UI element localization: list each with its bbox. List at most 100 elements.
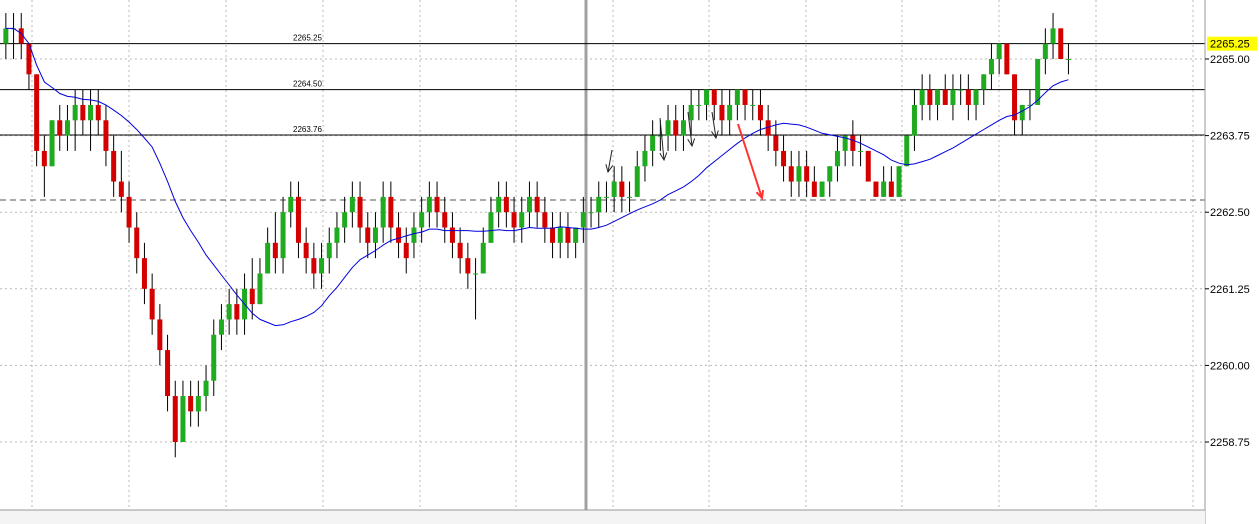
candle-body-down bbox=[272, 242, 278, 259]
candle-body-up bbox=[265, 242, 271, 274]
candle-body-down bbox=[357, 196, 363, 228]
candle-body-up bbox=[257, 273, 263, 305]
candle-body-down bbox=[788, 166, 794, 182]
y-tick-label: 2260.00 bbox=[1210, 360, 1250, 372]
candle-body-up bbox=[734, 89, 740, 105]
candle-body-up bbox=[342, 212, 348, 228]
candle-body-down bbox=[1058, 28, 1064, 59]
candle-body-up bbox=[72, 104, 78, 121]
candle-body-down bbox=[157, 319, 163, 351]
candle-body-down bbox=[95, 104, 101, 121]
candle-body-down bbox=[388, 196, 394, 228]
candle-body-down bbox=[965, 89, 971, 105]
candle-body-up bbox=[280, 212, 286, 259]
candle-body-down bbox=[534, 196, 540, 213]
candle-body-up bbox=[881, 181, 887, 197]
candle-body-up bbox=[665, 120, 671, 136]
candle-body-up bbox=[211, 334, 217, 381]
candle-body-up bbox=[688, 104, 694, 121]
candle-body-down bbox=[365, 227, 371, 243]
candle-body-up bbox=[858, 150, 864, 152]
candle-body-up bbox=[996, 43, 1002, 59]
level-label: 2265.25 bbox=[293, 34, 322, 43]
candle-body-down bbox=[295, 196, 301, 243]
candle-body-down bbox=[403, 242, 409, 259]
candle-body-up bbox=[573, 227, 579, 243]
candle-body-up bbox=[1065, 59, 1071, 60]
candle-body-down bbox=[434, 196, 440, 213]
candle-body-up bbox=[935, 89, 941, 105]
candle-body-down bbox=[396, 227, 402, 243]
candle-body-down bbox=[511, 212, 517, 228]
candle-body-down bbox=[172, 396, 178, 442]
candle-body-up bbox=[64, 120, 70, 136]
candle-body-up bbox=[326, 242, 332, 259]
candle-body-up bbox=[603, 196, 609, 198]
candle-body-down bbox=[550, 227, 556, 243]
candle-body-up bbox=[203, 380, 209, 397]
candle-body-down bbox=[865, 150, 871, 182]
candle-body-down bbox=[927, 89, 933, 105]
y-tick-label: 2262.50 bbox=[1210, 207, 1250, 219]
candle-body-down bbox=[141, 258, 147, 289]
candle-body-down bbox=[249, 288, 255, 305]
candle-body-up bbox=[195, 396, 201, 412]
candle-body-down bbox=[149, 288, 155, 320]
candle-body-down bbox=[711, 89, 717, 105]
candle-body-up bbox=[988, 59, 994, 75]
candle-body-up bbox=[1019, 104, 1025, 121]
level-label: 2264.50 bbox=[293, 80, 322, 89]
candle-body-up bbox=[180, 396, 186, 442]
candle-body-up bbox=[904, 135, 910, 167]
candle-body-up bbox=[834, 150, 840, 167]
candle-body-down bbox=[103, 120, 109, 151]
candle-body-down bbox=[742, 89, 748, 105]
candle-body-down bbox=[811, 181, 817, 197]
candle-body-up bbox=[1050, 28, 1056, 44]
candle-body-up bbox=[680, 120, 686, 136]
candle-body-up bbox=[218, 319, 224, 335]
candle-body-up bbox=[627, 196, 633, 198]
candle-body-down bbox=[41, 150, 47, 167]
candle-body-up bbox=[349, 196, 355, 213]
candle-body-down bbox=[57, 120, 63, 136]
candle-body-down bbox=[1012, 74, 1018, 121]
candle-body-down bbox=[888, 181, 894, 197]
current-price-tag: 2265.25 bbox=[1207, 36, 1257, 51]
candle-body-up bbox=[911, 104, 917, 136]
candle-body-up bbox=[557, 227, 563, 243]
candle-body-down bbox=[80, 104, 86, 121]
current-price-label: 2265.25 bbox=[1210, 39, 1250, 51]
y-tick-label: 2261.25 bbox=[1210, 284, 1250, 296]
y-tick-label: 2263.75 bbox=[1210, 131, 1250, 143]
candle-body-down bbox=[311, 258, 317, 274]
candle-body-up bbox=[696, 104, 702, 106]
candle-body-down bbox=[118, 181, 124, 197]
candle-body-down bbox=[565, 227, 571, 243]
level-label: 2263.76 bbox=[293, 125, 322, 134]
candle-body-up bbox=[519, 212, 525, 228]
candle-body-down bbox=[126, 196, 132, 228]
candle-body-down bbox=[503, 196, 509, 213]
y-tick-label: 2258.75 bbox=[1210, 437, 1250, 449]
candle-body-up bbox=[634, 166, 640, 197]
candle-body-up bbox=[380, 196, 386, 228]
candle-body-up bbox=[596, 196, 602, 213]
candle-body-up bbox=[488, 212, 494, 243]
candle-body-down bbox=[449, 227, 455, 243]
candle-body-down bbox=[134, 227, 140, 259]
candle-body-down bbox=[757, 104, 763, 121]
candle-body-up bbox=[958, 89, 964, 91]
candle-body-up bbox=[49, 120, 55, 167]
candle-body-down bbox=[165, 350, 171, 397]
candle-body-up bbox=[3, 28, 9, 44]
candle-body-up bbox=[288, 196, 294, 213]
candle-body-up bbox=[480, 242, 486, 274]
candle-body-up bbox=[588, 212, 594, 214]
candle-body-up bbox=[334, 227, 340, 243]
candle-body-up bbox=[419, 212, 425, 228]
candle-body-down bbox=[673, 120, 679, 136]
candle-body-up bbox=[896, 166, 902, 197]
candle-body-up bbox=[372, 227, 378, 243]
candle-body-up bbox=[650, 135, 656, 151]
